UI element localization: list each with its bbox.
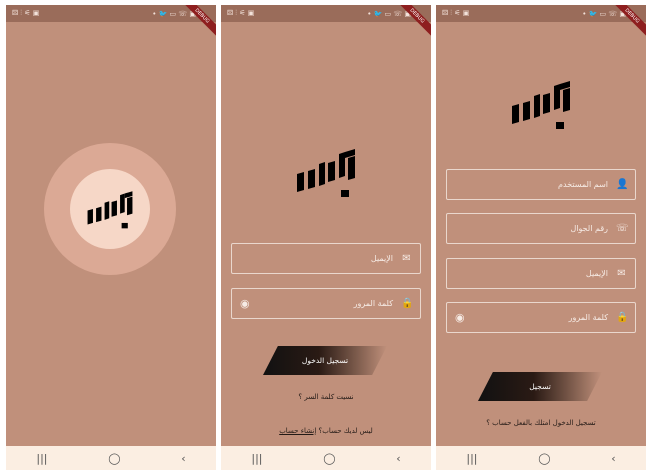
login-button-label: تسجيل الدخول: [301, 356, 349, 365]
username-placeholder: اسم المستخدم: [558, 180, 608, 189]
nav-bar: ||| ◯ ‹: [436, 446, 646, 470]
email-placeholder: الإيميل: [370, 254, 393, 263]
phone-register: ⚄ ⫶ ⚟ ▣ • 🐦 ▭ ☏ ▣ DEBUG اسم المستخدم 👤 ر…: [436, 5, 646, 470]
status-right-icons: • 🐦 ▭ ☏ ▣: [582, 9, 626, 18]
mail-icon: ✉: [402, 253, 411, 264]
status-bar: ⚄ ⫶ ⚟ ▣ • 🐦 ▭ ☏ ▣: [6, 5, 216, 22]
home-button[interactable]: ◯: [538, 452, 550, 465]
recent-apps-button[interactable]: |||: [466, 452, 477, 465]
register-button-label: تسجيل: [529, 382, 551, 391]
login-button[interactable]: تسجيل الدخول: [263, 346, 387, 375]
phone-field[interactable]: رقم الجوال ☏: [446, 213, 636, 244]
forgot-password-link[interactable]: نسيت كلمة السر ؟: [221, 393, 431, 401]
status-left-icons: ⚄ ⫶ ⚟ ▣: [12, 9, 40, 17]
username-field[interactable]: اسم المستخدم 👤: [446, 169, 636, 200]
password-field[interactable]: ◉ كلمة المرور 🔒: [446, 302, 636, 333]
phone-placeholder: رقم الجوال: [570, 224, 608, 233]
email-field[interactable]: الإيميل ✉: [231, 243, 421, 274]
email-field[interactable]: الإيميل ✉: [446, 258, 636, 289]
home-button[interactable]: ◯: [108, 452, 120, 465]
status-left-icons: ⚄ ⫶ ⚟ ▣: [442, 9, 470, 17]
app-logo: [512, 81, 570, 129]
back-button[interactable]: ‹: [396, 452, 400, 465]
no-account-text: ليس لديك حساب؟: [318, 427, 373, 435]
password-field[interactable]: ◉ كلمة المرور 🔒: [231, 288, 421, 319]
have-account-row: تسجيل الدخول امتلك بالفعل حساب ؟: [436, 419, 646, 427]
recent-apps-button[interactable]: |||: [251, 452, 262, 465]
phone-icon: ☏: [616, 223, 629, 234]
mail-icon: ✉: [617, 268, 626, 279]
no-account-row: ليس لديك حساب؟ إنشاء حساب: [221, 427, 431, 435]
have-account-text: امتلك بالفعل حساب ؟: [486, 419, 551, 427]
create-account-link[interactable]: إنشاء حساب: [279, 427, 316, 435]
status-left-icons: ⚄ ⫶ ⚟ ▣: [227, 9, 255, 17]
email-placeholder: الإيميل: [585, 269, 608, 278]
phone-login: ⚄ ⫶ ⚟ ▣ • 🐦 ▭ ☏ ▣ DEBUG الإيميل ✉ ◉ كلمة…: [221, 5, 431, 470]
password-placeholder: كلمة المرور: [353, 299, 393, 308]
status-bar: ⚄ ⫶ ⚟ ▣ • 🐦 ▭ ☏ ▣: [436, 5, 646, 22]
eye-icon[interactable]: ◉: [240, 297, 250, 310]
person-icon: 👤: [616, 179, 629, 190]
lock-icon: 🔒: [616, 312, 629, 323]
recent-apps-button[interactable]: |||: [36, 452, 47, 465]
register-button[interactable]: تسجيل: [478, 372, 602, 401]
status-bar: ⚄ ⫶ ⚟ ▣ • 🐦 ▭ ☏ ▣: [221, 5, 431, 22]
nav-bar: ||| ◯ ‹: [6, 446, 216, 470]
password-placeholder: كلمة المرور: [568, 313, 608, 322]
status-right-icons: • 🐦 ▭ ☏ ▣: [367, 9, 411, 18]
back-button[interactable]: ‹: [611, 452, 615, 465]
home-button[interactable]: ◯: [323, 452, 335, 465]
app-logo: [87, 191, 133, 229]
phone-splash: ⚄ ⫶ ⚟ ▣ • 🐦 ▭ ☏ ▣ DEBUG ||| ◯ ‹: [6, 5, 216, 470]
splash-bottom-strip: [6, 376, 216, 446]
app-logo: [297, 149, 355, 197]
eye-icon[interactable]: ◉: [455, 311, 465, 324]
lock-icon: 🔒: [401, 298, 414, 309]
nav-bar: ||| ◯ ‹: [221, 446, 431, 470]
back-button[interactable]: ‹: [181, 452, 185, 465]
login-link[interactable]: تسجيل الدخول: [553, 419, 596, 427]
status-right-icons: • 🐦 ▭ ☏ ▣: [152, 9, 196, 18]
